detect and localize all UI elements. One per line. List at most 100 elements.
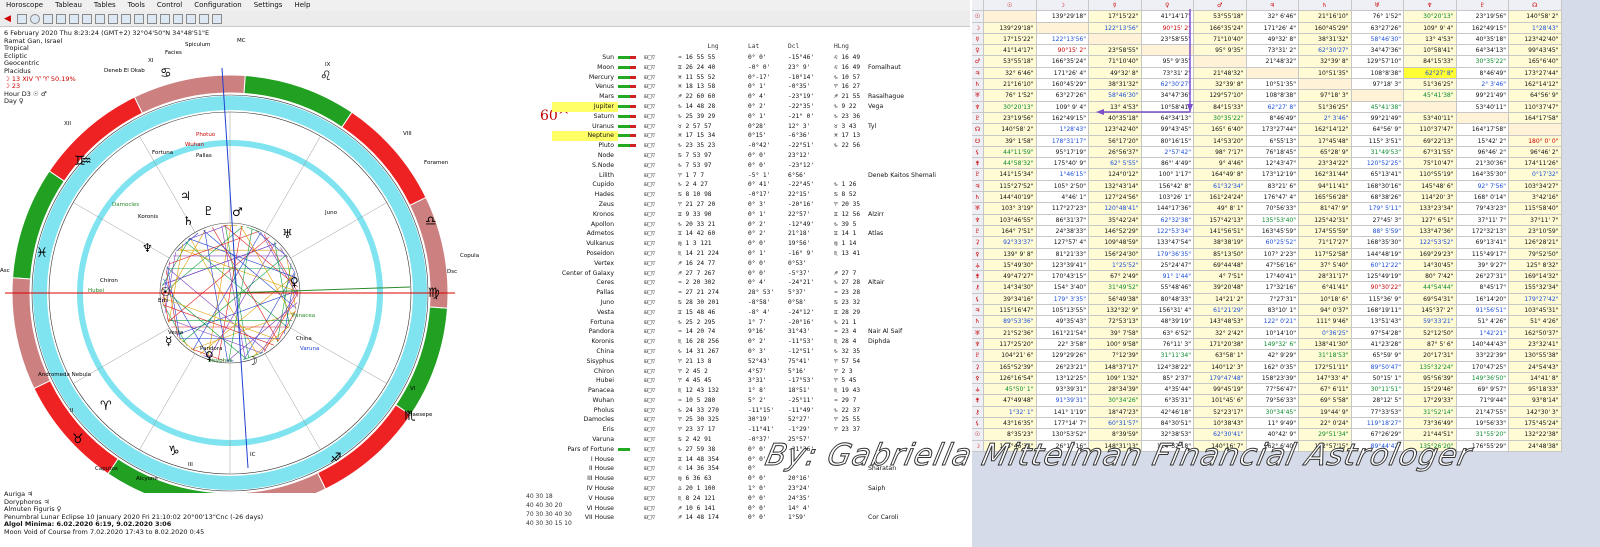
grid-col-header[interactable]: ♄: [1299, 0, 1352, 12]
grid-cell[interactable]: 93°8'14": [1509, 395, 1562, 407]
grid-cell[interactable]: 91°56'51": [1456, 305, 1509, 317]
grid-cell[interactable]: 7°12'39": [1089, 350, 1142, 362]
grid-cell[interactable]: 107° 2'23": [1246, 248, 1299, 260]
grid-cell[interactable]: 94° 0'37": [1299, 305, 1352, 317]
grid-row-header[interactable]: ♇: [972, 169, 984, 181]
grid-cell[interactable]: 165°52'39": [984, 361, 1037, 373]
grid-cell[interactable]: 32°39' 8": [1299, 56, 1352, 68]
planet-row[interactable]: Sisyphus ⊞□▽ ♈ 21 13 8 52°43' 75°41' ♈ 57 54: [552, 357, 952, 367]
planet-row[interactable]: Eris ⊞□▽ ♈ 23 37 17 -11°41' -1°29' ♈ 23 37: [552, 425, 952, 435]
grid-cell[interactable]: 146°52'29": [1089, 225, 1142, 238]
grid-col-header[interactable]: ♆: [1404, 0, 1457, 12]
grid-cell[interactable]: 62°30'27": [1299, 45, 1352, 57]
grid-cell[interactable]: 15°42' 2": [1456, 135, 1509, 147]
grid-cell[interactable]: 87° 5' 6": [1404, 338, 1457, 351]
grid-cell[interactable]: 110°37'47": [1404, 124, 1457, 136]
grid-cell[interactable]: 63°27'26": [1351, 22, 1404, 34]
grid-cell[interactable]: 172°51'11": [1299, 361, 1352, 373]
settings-icon[interactable]: [186, 13, 196, 24]
grid-row-header[interactable]: ☉: [972, 11, 984, 23]
planet-row[interactable]: Node ⊞□▽ ♋ 7 53 97 0° 0' 23°12': [552, 151, 952, 161]
grid-row-header[interactable]: ♃: [972, 305, 984, 317]
grid-row-header[interactable]: ♆: [972, 214, 984, 226]
grid-cell[interactable]: 0°17'32": [1509, 169, 1562, 181]
planet-row[interactable]: Saturn ⊞□▽ ♑ 25 39 29 0° 1' -21° 0' ♑ 23 36: [552, 112, 952, 122]
grid-cell[interactable]: 127°57' 4": [1036, 237, 1089, 249]
grid-cell[interactable]: 162°31'44": [1299, 169, 1352, 181]
grid-cell[interactable]: 117°52'58": [1299, 248, 1352, 260]
grid-cell[interactable]: 105° 2'50": [1036, 180, 1089, 193]
grid-cell[interactable]: 178°31'17": [1036, 135, 1089, 147]
grid-cell[interactable]: 34°47'36": [1351, 45, 1404, 57]
planet-row[interactable]: Jupiter ⊞□▽ ♑ 14 48 28 0° 2' -22°35' ♑ 9 22 Ve…: [552, 101, 952, 112]
grid-cell[interactable]: 161°21'54": [1036, 327, 1089, 339]
grid-cell[interactable]: 95° 9'35": [1194, 45, 1247, 57]
grid-cell[interactable]: 95°18'33": [1509, 384, 1562, 396]
grid-cell[interactable]: 32° 6'46": [984, 67, 1037, 80]
grid-cell[interactable]: 47°49'48": [984, 395, 1037, 407]
grid-cell[interactable]: 132°43'14": [1089, 180, 1142, 193]
grid-cell[interactable]: 115°49'17": [1456, 248, 1509, 260]
grid-cell[interactable]: 109° 9' 4": [1404, 22, 1457, 34]
grid-cell[interactable]: 147°33' 4": [1299, 372, 1352, 385]
planet-row[interactable]: Sun ⊞□▽ ♒ 16 55 55 0° 0' -15°46' ♌ 16 49: [552, 53, 952, 63]
grid-col-header[interactable]: ♅: [1351, 0, 1404, 12]
grid-cell[interactable]: 63°27'26": [1036, 90, 1089, 102]
grid-cell[interactable]: 2° 3'46": [1299, 112, 1352, 125]
grid-cell[interactable]: 69° 9'57": [1456, 384, 1509, 396]
grid-cell[interactable]: 41°14'17": [1141, 11, 1194, 23]
grid-cell[interactable]: 175°40' 9": [1036, 158, 1089, 170]
grid-cell[interactable]: 3°42'16": [1509, 192, 1562, 204]
grid-icon[interactable]: [69, 13, 79, 24]
grid-cell[interactable]: 111° 9'46": [1299, 316, 1352, 328]
grid-cell[interactable]: 103°34'27": [1509, 180, 1562, 193]
grid-cell[interactable]: 177°14' 7": [1036, 417, 1089, 430]
grid-row-header[interactable]: ♀: [972, 45, 984, 57]
grid-cell[interactable]: 45°50' 1": [984, 384, 1037, 396]
grid-cell[interactable]: 39° 1'58": [984, 135, 1037, 147]
menu-tableau[interactable]: Tableau: [49, 0, 88, 11]
grid-cell[interactable]: 31°49'53": [1351, 146, 1404, 159]
grid-cell[interactable]: 45°41'38": [1404, 90, 1457, 102]
grid-cell[interactable]: 93°39'31": [1036, 384, 1089, 396]
grid-cell[interactable]: 24°38'33": [1036, 225, 1089, 238]
grid-cell[interactable]: 60°12'22": [1351, 259, 1404, 272]
grid-cell[interactable]: 14°41' 8": [1509, 372, 1562, 385]
grid-cell[interactable]: 135°32'24": [1404, 361, 1457, 373]
grid-cell[interactable]: 85° 2'37": [1141, 372, 1194, 385]
grid-col-header[interactable]: ♂: [1194, 0, 1247, 12]
grid-cell[interactable]: 179° 3'35": [1036, 293, 1089, 306]
grid-cell[interactable]: 23°34'22": [1299, 158, 1352, 170]
grid-cell[interactable]: 117°25'20": [984, 338, 1037, 351]
grid-cell[interactable]: 125°49'19": [1351, 271, 1404, 283]
grid-cell[interactable]: 67° 6'11": [1299, 384, 1352, 396]
grid-cell[interactable]: 23°58'55": [1089, 45, 1142, 57]
grid-cell[interactable]: 141°56'51": [1194, 225, 1247, 238]
grid-cell[interactable]: 125° 8'32": [1509, 259, 1562, 272]
grid-cell[interactable]: 1°28'43": [1509, 22, 1562, 34]
grid-cell[interactable]: 38°38'19": [1194, 237, 1247, 249]
grid-cell[interactable]: 53°55'18": [984, 56, 1037, 68]
grid-cell[interactable]: 140°44'43": [1456, 338, 1509, 351]
grid-cell[interactable]: 122°53'34": [1141, 225, 1194, 238]
planet-row[interactable]: Juno ⊞□▽ ♋ 28 30 201 -8°58' 0°58' ♋ 23 32: [552, 298, 952, 308]
grid-row-header[interactable]: ♆: [972, 338, 984, 351]
grid-cell[interactable]: 10°51'35": [1246, 79, 1299, 91]
grid-cell[interactable]: 76° 1'52": [1351, 11, 1404, 23]
grid-cell[interactable]: 40°35'18": [1456, 33, 1509, 46]
grid-cell[interactable]: 51°36'25": [1299, 101, 1352, 113]
grid-cell[interactable]: 30°34'45": [1246, 406, 1299, 418]
grid-cell[interactable]: [1456, 112, 1509, 125]
grid-cell[interactable]: 25°24'47": [1141, 259, 1194, 272]
planet-row[interactable]: Panacea ⊞□▽ ♏ 12 43 132 1° 8' 18°51' ♏ 19 43: [552, 386, 952, 396]
grid-cell[interactable]: 139°29'18": [1036, 11, 1089, 23]
house-icon[interactable]: [160, 13, 170, 24]
grid-cell[interactable]: 38°31'32": [1299, 33, 1352, 46]
grid-cell[interactable]: [1036, 22, 1089, 34]
grid-row-header[interactable]: ♆: [972, 101, 984, 113]
grid-cell[interactable]: 84°30'51": [1141, 417, 1194, 430]
grid-cell[interactable]: 164° 7'51": [984, 225, 1037, 238]
grid-cell[interactable]: [1299, 79, 1352, 91]
grid-cell[interactable]: 51° 4'26": [1509, 316, 1562, 328]
grid-cell[interactable]: 164°49' 8": [1194, 169, 1247, 181]
